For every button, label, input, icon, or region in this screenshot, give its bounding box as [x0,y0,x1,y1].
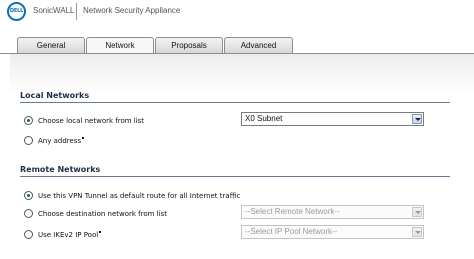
tab-general[interactable]: General [17,37,85,54]
choose-local-network-label: Choose local network from list [38,117,145,125]
local-networks-rule [20,102,450,103]
chevron-down-icon[interactable] [412,114,422,124]
ikev2-pool-label: Use IKEv2 IP Pool [38,231,102,239]
brand-name: SonicWALL [33,6,75,15]
dell-logo: DELL [7,2,26,21]
chevron-down-icon[interactable] [412,227,422,237]
tab-proposals[interactable]: Proposals [155,37,223,54]
remote-network-select-value: --Select Remote Network-- [245,207,340,216]
ikev2-pool-text: Use IKEv2 IP Pool [38,231,99,239]
info-marker-icon [82,137,85,139]
app-header: DELL SonicWALL Network Security Applianc… [0,0,474,24]
remote-network-select[interactable]: --Select Remote Network-- [241,205,424,219]
local-networks-title: Local Networks [20,91,90,100]
header-divider [76,3,77,20]
choose-local-network-radio[interactable] [24,116,33,125]
app-title: Network Security Appliance [83,6,181,15]
chevron-down-icon[interactable] [412,207,422,217]
ip-pool-select[interactable]: --Select IP Pool Network-- [241,225,424,239]
ip-pool-select-value: --Select IP Pool Network-- [245,227,338,236]
choose-destination-label: Choose destination network from list [38,210,167,218]
default-route-label: Use this VPN Tunnel as default route for… [38,192,241,200]
local-network-select[interactable]: X0 Subnet [241,112,424,126]
any-address-label: Any address [38,137,85,145]
tab-advanced[interactable]: Advanced [224,37,293,54]
any-address-radio[interactable] [24,136,33,145]
tab-bar: General Network Proposals Advanced [0,37,474,55]
remote-networks-title: Remote Networks [20,165,101,174]
ikev2-pool-radio[interactable] [24,230,33,239]
any-address-text: Any address [38,137,82,145]
default-route-radio[interactable] [24,191,33,200]
info-marker-icon [99,231,102,233]
local-network-select-value: X0 Subnet [245,114,283,123]
remote-networks-rule [20,176,450,177]
choose-destination-radio[interactable] [24,209,33,218]
